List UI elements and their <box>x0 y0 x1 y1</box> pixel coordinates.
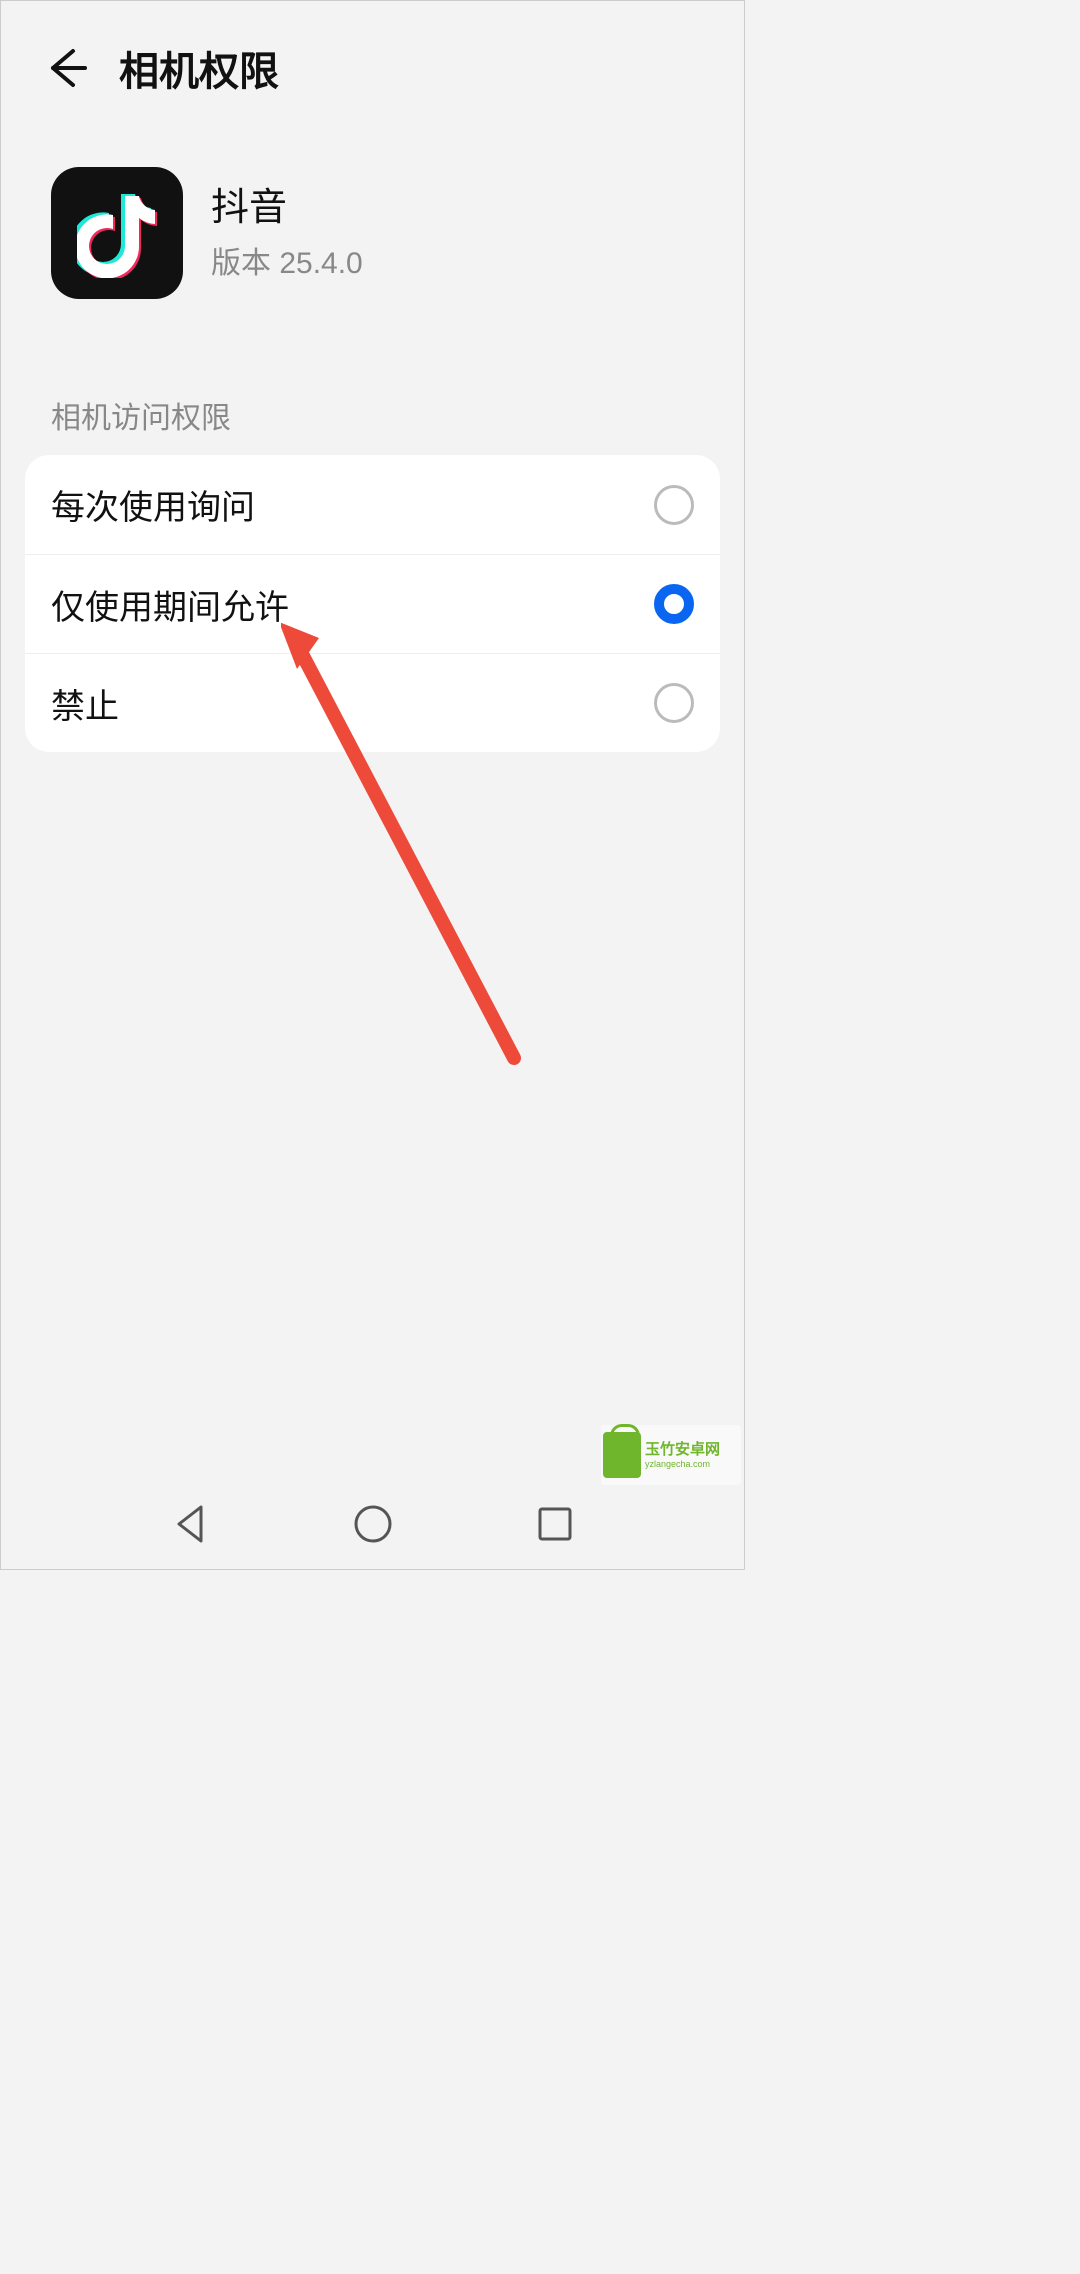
option-while-using[interactable]: 仅使用期间允许 <box>25 554 720 653</box>
watermark-text: 玉竹安卓网 <box>645 1442 720 1457</box>
app-version: 版本 25.4.0 <box>211 238 363 282</box>
option-label: 禁止 <box>51 679 119 728</box>
section-label: 相机访问权限 <box>1 319 744 455</box>
radio-icon <box>654 683 694 723</box>
watermark-logo: 玉竹安卓网 yzlangecha.com <box>601 1425 741 1485</box>
option-label: 每次使用询问 <box>51 480 255 529</box>
nav-home-icon[interactable] <box>352 1503 394 1545</box>
system-nav-bar <box>1 1479 746 1569</box>
option-ask-every-time[interactable]: 每次使用询问 <box>25 455 720 554</box>
radio-selected-icon <box>654 584 694 624</box>
option-label: 仅使用期间允许 <box>51 580 289 629</box>
app-info: 抖音 版本 25.4.0 <box>1 127 744 319</box>
page-title: 相机权限 <box>119 39 279 97</box>
nav-recent-icon[interactable] <box>534 1503 576 1545</box>
nav-back-icon[interactable] <box>171 1503 213 1545</box>
option-deny[interactable]: 禁止 <box>25 653 720 752</box>
radio-icon <box>654 485 694 525</box>
permission-options-card: 每次使用询问 仅使用期间允许 禁止 <box>25 455 720 752</box>
app-name: 抖音 <box>211 184 363 233</box>
douyin-app-icon <box>51 167 183 299</box>
back-arrow-icon[interactable] <box>43 45 89 91</box>
watermark-url: yzlangecha.com <box>645 1460 720 1469</box>
